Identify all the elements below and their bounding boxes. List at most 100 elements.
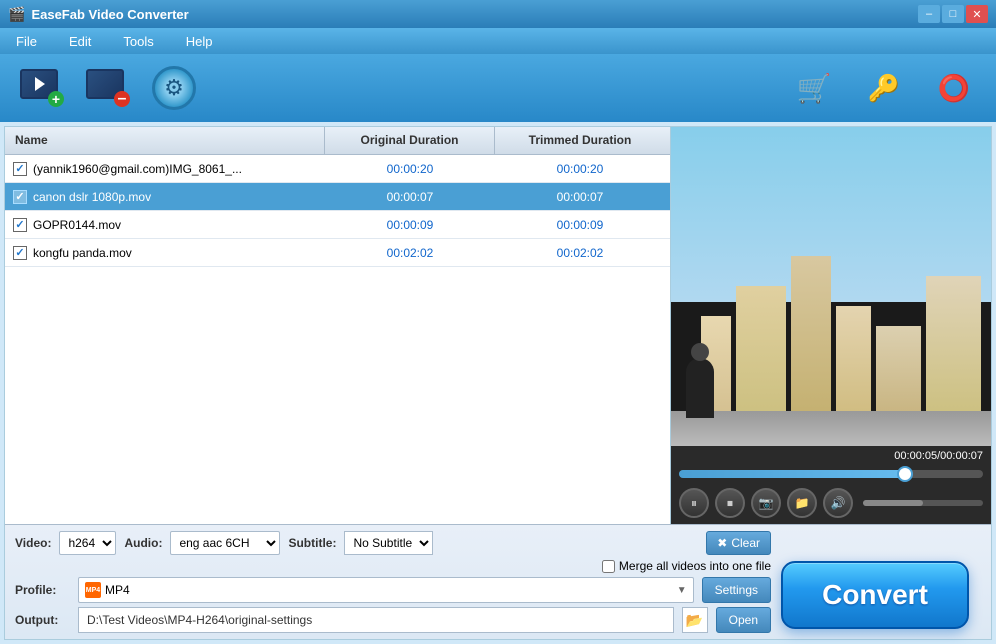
snapshot-button[interactable]: 📷 [751, 488, 781, 518]
remove-video-icon: – [86, 69, 130, 107]
minus-icon: – [114, 91, 130, 107]
convert-button[interactable]: Convert [781, 561, 969, 629]
person-body [686, 358, 714, 418]
bottom-controls: Video: h264 Audio: eng aac 6CH Subtitle:… [5, 524, 991, 639]
output-path-input[interactable] [78, 607, 674, 633]
file-checkbox[interactable] [13, 246, 27, 260]
building-2 [736, 286, 786, 416]
table-row[interactable]: kongfu panda.mov 00:02:02 00:02:02 [5, 239, 670, 267]
menu-help[interactable]: Help [180, 32, 219, 51]
plus-icon: + [48, 91, 64, 107]
remove-video-button[interactable]: – [80, 61, 136, 115]
output-label: Output: [15, 613, 70, 627]
file-list-body: (yannik1960@gmail.com)IMG_8061_... 00:00… [5, 155, 670, 524]
volume-bar[interactable] [863, 500, 983, 506]
merge-checkbox[interactable] [602, 560, 615, 573]
browse-folder-button[interactable]: 📂 [682, 607, 708, 633]
close-button[interactable]: ✕ [966, 5, 988, 23]
file-list-container: Name Original Duration Trimmed Duration … [5, 127, 991, 524]
video-select[interactable]: h264 [59, 531, 116, 555]
main-area: Name Original Duration Trimmed Duration … [4, 126, 992, 640]
menu-edit[interactable]: Edit [63, 32, 97, 51]
trimmed-duration-cell: 00:00:09 [495, 218, 665, 232]
window-controls: – □ ✕ [918, 5, 988, 23]
seek-bar-container[interactable] [671, 466, 991, 482]
menu-file[interactable]: File [10, 32, 43, 51]
table-row[interactable]: (yannik1960@gmail.com)IMG_8061_... 00:00… [5, 155, 670, 183]
volume-level [863, 500, 923, 506]
road [671, 411, 991, 446]
seek-progress [679, 470, 907, 478]
original-duration-cell: 00:00:20 [325, 162, 495, 176]
person-head [691, 343, 709, 361]
stop-button[interactable]: ⏹ [715, 488, 745, 518]
file-checkbox[interactable] [13, 162, 27, 176]
subtitle-select[interactable]: No Subtitle [344, 531, 433, 555]
audio-select[interactable]: eng aac 6CH [170, 531, 280, 555]
original-duration-cell: 00:00:07 [325, 190, 495, 204]
table-row[interactable]: GOPR0144.mov 00:00:09 00:00:09 [5, 211, 670, 239]
menu-tools[interactable]: Tools [117, 32, 159, 51]
file-name-cell: kongfu panda.mov [5, 246, 325, 260]
file-name-cell: GOPR0144.mov [5, 218, 325, 232]
settings-profile-button[interactable]: Settings [702, 577, 771, 603]
file-table-header: Name Original Duration Trimmed Duration [5, 127, 670, 155]
add-video-icon: + [20, 69, 64, 107]
help-button[interactable]: ⭕ [926, 61, 982, 115]
merge-row: Merge all videos into one file [15, 559, 771, 573]
building-6 [926, 276, 981, 416]
file-name-cell: (yannik1960@gmail.com)IMG_8061_... [5, 162, 325, 176]
cart-icon: 🛒 [792, 66, 836, 110]
open-output-button[interactable]: Open [716, 607, 771, 633]
maximize-button[interactable]: □ [942, 5, 964, 23]
audio-label: Audio: [124, 536, 162, 550]
output-row: Output: 📂 Open [15, 607, 771, 633]
pause-button[interactable]: ⏸ [679, 488, 709, 518]
toolbar: + – ⚙ 🛒 🔑 ⭕ [0, 54, 996, 122]
video-label: Video: [15, 536, 51, 550]
open-folder-button[interactable]: 📁 [787, 488, 817, 518]
seek-thumb[interactable] [897, 466, 913, 482]
add-video-button[interactable]: + [14, 61, 70, 115]
clear-button[interactable]: ✖ Clear [706, 531, 771, 555]
convert-area: Convert [781, 561, 981, 629]
seek-bar[interactable] [679, 470, 983, 478]
folder-icon: 📂 [686, 612, 703, 629]
key-button[interactable]: 🔑 [856, 61, 912, 115]
minimize-button[interactable]: – [918, 5, 940, 23]
preview-panel: 00:00:05/00:00:07 ⏸ ⏹ 📷 📁 🔊 [671, 127, 991, 524]
building-3 [791, 256, 831, 416]
trimmed-duration-cell: 00:00:07 [495, 190, 665, 204]
app-icon: 🎬 [8, 6, 25, 23]
app-title: EaseFab Video Converter [31, 7, 188, 22]
toolbar-right: 🛒 🔑 ⭕ [786, 61, 982, 115]
profile-value: MP4 [105, 583, 130, 597]
preview-time-display: 00:00:05/00:00:07 [671, 446, 991, 466]
building-4 [836, 306, 871, 416]
subtitle-label: Subtitle: [288, 536, 336, 550]
building-5 [876, 326, 921, 416]
file-table: Name Original Duration Trimmed Duration … [5, 127, 671, 524]
profile-label: Profile: [15, 583, 70, 597]
profile-row: Profile: MP4 MP4 ▼ Settings [15, 577, 771, 603]
table-row[interactable]: canon dslr 1080p.mov 00:00:07 00:00:07 [5, 183, 670, 211]
menu-bar: File Edit Tools Help [0, 28, 996, 54]
profile-select-arrow: ▼ [677, 585, 687, 596]
help-icon: ⭕ [932, 66, 976, 110]
merge-label: Merge all videos into one file [619, 559, 771, 573]
file-checkbox[interactable] [13, 218, 27, 232]
original-duration-cell: 00:00:09 [325, 218, 495, 232]
title-bar: 🎬 EaseFab Video Converter – □ ✕ [0, 0, 996, 28]
column-header-name: Name [5, 127, 325, 154]
clear-x-icon: ✖ [717, 536, 727, 550]
video-preview [671, 127, 991, 446]
column-header-trimmed: Trimmed Duration [495, 127, 665, 154]
file-checkbox[interactable] [13, 190, 27, 204]
settings-button[interactable]: ⚙ [146, 61, 202, 115]
mp4-icon: MP4 [85, 582, 101, 598]
trimmed-duration-cell: 00:02:02 [495, 246, 665, 260]
cart-button[interactable]: 🛒 [786, 61, 842, 115]
volume-button[interactable]: 🔊 [823, 488, 853, 518]
settings-gear-icon: ⚙ [152, 66, 196, 110]
column-header-original: Original Duration [325, 127, 495, 154]
